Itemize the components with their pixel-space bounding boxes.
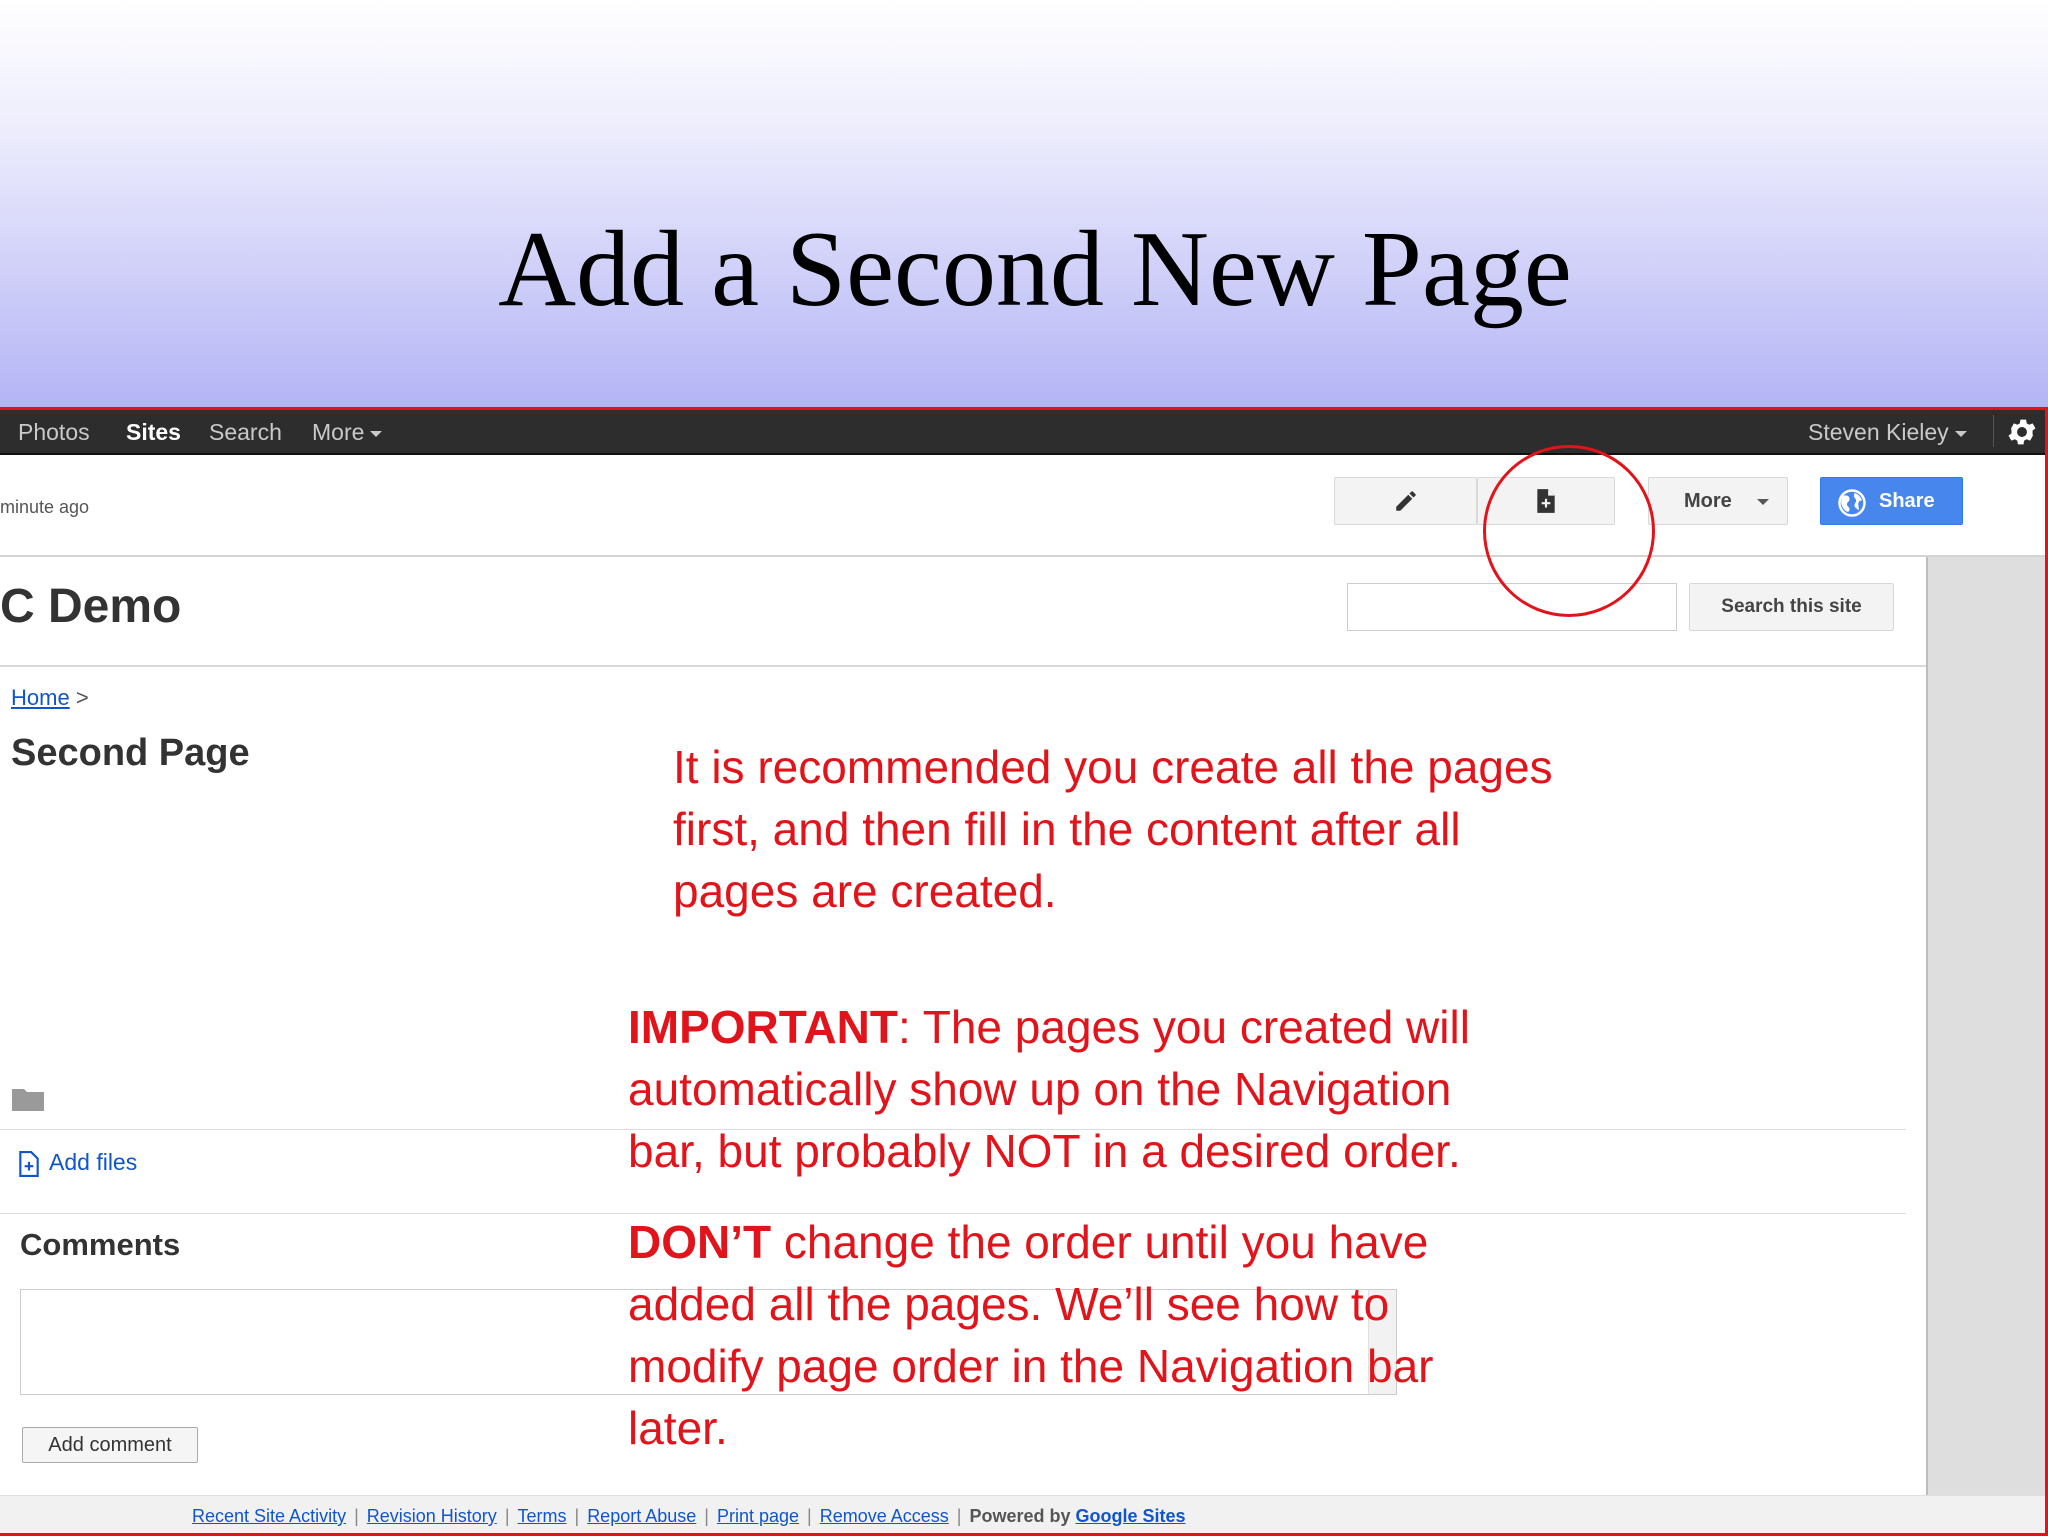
folder-icon <box>12 1089 44 1111</box>
pencil-icon <box>1395 491 1416 511</box>
gbar-more[interactable]: More <box>312 419 383 446</box>
add-files-label: Add files <box>49 1149 138 1175</box>
gbar-search[interactable]: Search <box>209 419 282 446</box>
note-line-text: : The pages you created will <box>898 1001 1470 1053</box>
note-line: later. <box>628 1402 728 1454</box>
footer-print-page-link[interactable]: Print page <box>717 1506 799 1526</box>
google-sites-link[interactable]: Google Sites <box>1076 1506 1186 1526</box>
site-title[interactable]: C Demo <box>0 579 181 634</box>
note-line: It is recommended you create all the pag… <box>673 741 1553 793</box>
page-title: Second Page <box>11 732 250 774</box>
slide-title: Add a Second New Page <box>498 210 1572 329</box>
note-recommend: It is recommended you create all the pag… <box>673 736 1553 922</box>
note-line: added all the pages. We’ll see how to <box>628 1278 1390 1330</box>
add-comment-button[interactable]: Add comment <box>22 1427 198 1463</box>
chevron-down-icon <box>1757 499 1769 505</box>
breadcrumb: Home > <box>11 685 89 711</box>
gear-icon[interactable] <box>2005 415 2039 449</box>
more-actions-label: More <box>1684 490 1732 512</box>
user-menu[interactable]: Steven Kieley <box>1808 419 1967 446</box>
gbar-more-label: More <box>312 419 365 445</box>
add-files-link[interactable]: Add files <box>17 1149 137 1177</box>
new-page-button[interactable] <box>1477 477 1615 525</box>
gbar-separator <box>1993 415 1994 447</box>
last-edited-text: minute ago <box>0 497 90 517</box>
footer-report-abuse-link[interactable]: Report Abuse <box>587 1506 696 1526</box>
add-file-icon <box>19 1150 39 1177</box>
note-line-text: change the order until you have <box>771 1216 1429 1268</box>
powered-by-text: Powered by <box>969 1506 1071 1526</box>
chevron-down-icon <box>1954 430 1967 437</box>
comments-heading: Comments <box>20 1227 181 1262</box>
footer-separator: | <box>704 1506 709 1526</box>
footer-separator: | <box>504 1506 510 1526</box>
footer-separator: | <box>807 1506 812 1526</box>
breadcrumb-separator: > <box>75 685 89 710</box>
share-button[interactable]: Share <box>1820 477 1963 525</box>
footer-links: Recent Site Activity | Revision History | Te… <box>192 1506 1186 1527</box>
note-line: modify page order in the Navigation bar <box>628 1340 1434 1392</box>
gbar-sites[interactable]: Sites <box>126 419 181 446</box>
more-actions-button[interactable]: More <box>1648 477 1788 525</box>
search-site-button[interactable]: Search this site <box>1689 583 1894 631</box>
footer-separator: | <box>354 1506 359 1526</box>
note-line: bar, but probably NOT in a desired order… <box>628 1125 1461 1177</box>
note-dont: DON’T change the order until you have ad… <box>628 1211 1433 1459</box>
site-search-input[interactable] <box>1347 583 1677 631</box>
note-dont-label: DON’T <box>628 1216 772 1268</box>
note-important-label: IMPORTANT <box>628 1001 899 1053</box>
footer-separator: | <box>574 1506 580 1526</box>
note-line: first, and then fill in the content afte… <box>673 803 1461 855</box>
edit-page-button[interactable] <box>1334 477 1477 525</box>
share-label: Share <box>1879 490 1935 512</box>
footer-remove-access-link[interactable]: Remove Access <box>820 1506 949 1526</box>
slide-header: Add a Second New Page <box>0 0 2048 407</box>
note-line: pages are created. <box>673 865 1057 917</box>
user-name: Steven Kieley <box>1808 419 1949 445</box>
breadcrumb-home-link[interactable]: Home <box>11 685 70 710</box>
globe-icon <box>1838 489 1866 517</box>
chevron-down-icon <box>370 430 383 437</box>
note-line: IMPORTANT: The pages you created will <box>628 996 1470 1058</box>
footer-separator: | <box>956 1506 962 1526</box>
footer-terms-link[interactable]: Terms <box>518 1506 567 1526</box>
site-header: C Demo Search this site <box>0 557 1926 667</box>
note-important: IMPORTANT: The pages you created will au… <box>628 996 1470 1182</box>
footer-revision-history-link[interactable]: Revision History <box>367 1506 497 1526</box>
google-bar: Photos Sites Search More Steven Kieley <box>0 407 2048 455</box>
note-line: DON’T change the order until you have <box>628 1211 1433 1273</box>
active-tab-indicator <box>112 407 196 410</box>
new-page-icon <box>1537 489 1555 513</box>
site-footer: Recent Site Activity | Revision History | Te… <box>0 1495 2048 1536</box>
site-toolbar: minute ago More Share <box>0 457 2048 557</box>
note-line: automatically show up on the Navigation <box>628 1063 1452 1115</box>
right-gutter <box>1926 557 2048 1522</box>
footer-recent-activity-link[interactable]: Recent Site Activity <box>192 1506 346 1526</box>
gbar-photos[interactable]: Photos <box>18 419 90 446</box>
